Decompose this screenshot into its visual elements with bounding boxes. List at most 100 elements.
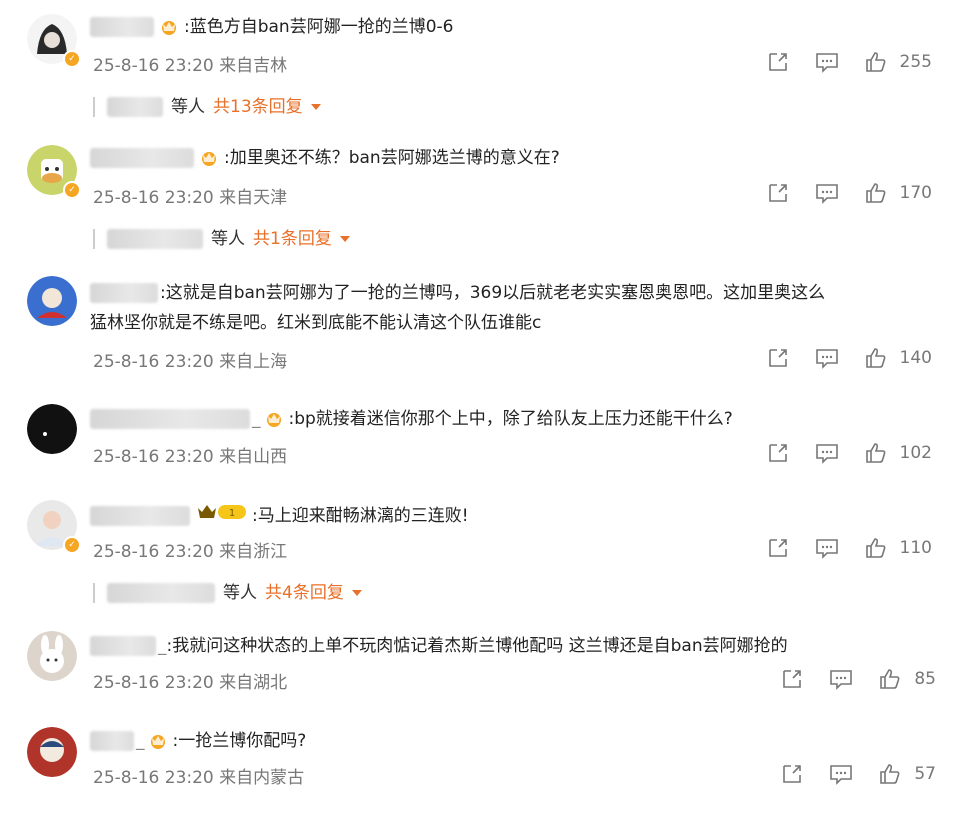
reply-count[interactable]: 共13条回复 [213, 97, 303, 117]
share-button[interactable] [766, 536, 790, 560]
like-button[interactable]: 255 [864, 50, 932, 74]
reply-summary[interactable]: 等人 共4条回复 [93, 578, 362, 603]
timestamp: 25-8-16 23:20 [93, 542, 214, 562]
username[interactable] [90, 409, 250, 429]
timestamp: 25-8-16 23:20 [93, 56, 214, 76]
like-count: 110 [899, 538, 932, 558]
location: 来自湖北 [219, 673, 288, 693]
comment-icon [830, 765, 853, 785]
like-icon [880, 764, 900, 784]
like-count: 170 [899, 183, 932, 203]
comment-icon [815, 184, 838, 204]
comment-button[interactable] [814, 441, 840, 465]
comment-meta: 25-8-16 23:20 来自内蒙古 [93, 763, 304, 788]
reply-count[interactable]: 共1条回复 [253, 229, 332, 249]
avatar[interactable] [27, 404, 77, 454]
verified-badge-icon: ✓ [63, 181, 81, 199]
share-button[interactable] [780, 762, 804, 786]
share-icon [783, 765, 802, 783]
share-icon [768, 539, 787, 557]
like-count: 102 [899, 443, 932, 463]
share-button[interactable] [780, 667, 804, 691]
svg-text:1: 1 [229, 508, 235, 519]
chevron-down-icon[interactable] [339, 236, 350, 242]
avatar[interactable] [27, 276, 77, 326]
like-button[interactable]: 57 [878, 762, 936, 786]
action-bar: 102 [766, 441, 932, 465]
reply-usernames [107, 229, 203, 249]
comment-button[interactable] [814, 536, 840, 560]
username[interactable] [90, 283, 158, 303]
comment-text: 1:马上迎来酣畅淋漓的三连败! [90, 502, 469, 530]
share-icon [768, 53, 787, 71]
like-count: 57 [914, 764, 936, 784]
chevron-down-icon[interactable] [351, 590, 362, 596]
comment-button[interactable] [828, 667, 854, 691]
comment-icon [815, 539, 838, 559]
fan-badge-icon [198, 149, 220, 167]
comment-text: _:bp就接着迷信你那个上中，除了给队友上压力还能干什么? [90, 406, 733, 432]
reply-divider [93, 583, 95, 603]
username[interactable] [90, 506, 190, 526]
share-button[interactable] [766, 441, 790, 465]
like-count: 85 [914, 669, 936, 689]
username[interactable] [90, 636, 156, 656]
share-icon [768, 349, 787, 367]
timestamp: 25-8-16 23:20 [93, 188, 214, 208]
like-icon [865, 538, 885, 558]
share-button[interactable] [766, 50, 790, 74]
comment-meta: 25-8-16 23:20 来自天津 [93, 183, 287, 208]
comment-button[interactable] [814, 181, 840, 205]
location: 来自上海 [219, 352, 288, 372]
username[interactable] [90, 731, 134, 751]
fan-badge-icon [263, 410, 285, 428]
comment-icon [830, 670, 853, 690]
share-icon [768, 184, 787, 202]
action-bar: 255 [766, 50, 932, 74]
reply-divider [93, 229, 95, 249]
username[interactable] [90, 148, 194, 168]
like-icon [865, 348, 885, 368]
comment-text: :蓝色方自ban芸阿娜一抢的兰博0-6 [90, 14, 453, 40]
location: 来自天津 [219, 188, 288, 208]
reply-count[interactable]: 共4条回复 [265, 583, 344, 603]
username[interactable] [90, 17, 154, 37]
level-badge-icon: 1 [196, 502, 248, 530]
like-icon [865, 52, 885, 72]
like-count: 255 [899, 52, 932, 72]
verified-badge-icon: ✓ [63, 536, 81, 554]
comment-icon [815, 444, 838, 464]
comment-button[interactable] [814, 50, 840, 74]
timestamp: 25-8-16 23:20 [93, 352, 214, 372]
verified-badge-icon: ✓ [63, 50, 81, 68]
reply-summary[interactable]: 等人 共13条回复 [93, 92, 321, 117]
chevron-down-icon[interactable] [310, 104, 321, 110]
avatar[interactable] [27, 727, 77, 777]
action-bar: 140 [766, 346, 932, 370]
avatar[interactable] [27, 631, 77, 681]
like-icon [865, 443, 885, 463]
timestamp: 25-8-16 23:20 [93, 447, 214, 467]
timestamp: 25-8-16 23:20 [93, 673, 214, 693]
comment-text: :加里奥还不练？ban芸阿娜选兰博的意义在? [90, 145, 560, 171]
fan-badge-icon [158, 18, 180, 36]
comment-meta: 25-8-16 23:20 来自浙江 [93, 537, 287, 562]
comment-icon [815, 349, 838, 369]
comment-button[interactable] [814, 346, 840, 370]
location: 来自吉林 [219, 56, 288, 76]
share-button[interactable] [766, 346, 790, 370]
timestamp: 25-8-16 23:20 [93, 768, 214, 788]
like-button[interactable]: 140 [864, 346, 932, 370]
action-bar: 57 [780, 762, 936, 786]
comment-meta: 25-8-16 23:20 来自湖北 [93, 668, 287, 693]
share-button[interactable] [766, 181, 790, 205]
like-button[interactable]: 102 [864, 441, 932, 465]
reply-summary[interactable]: 等人 共1条回复 [93, 224, 350, 249]
comment-meta: 25-8-16 23:20 来自上海 [93, 347, 287, 372]
fan-badge-icon [147, 732, 169, 750]
comment-button[interactable] [828, 762, 854, 786]
like-button[interactable]: 85 [878, 667, 936, 691]
like-button[interactable]: 170 [864, 181, 932, 205]
action-bar: 110 [766, 536, 932, 560]
like-button[interactable]: 110 [864, 536, 932, 560]
